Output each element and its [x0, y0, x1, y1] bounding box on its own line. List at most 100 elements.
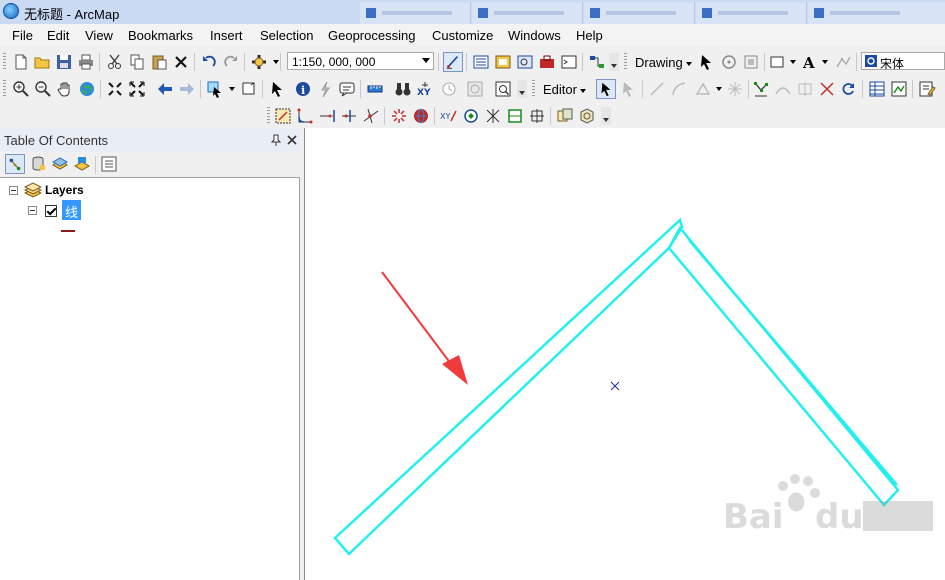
copy-features-tool-icon[interactable]: [274, 107, 292, 125]
toolbar-grip[interactable]: [267, 107, 270, 125]
text-tool-dropdown-arrow[interactable]: [822, 60, 828, 64]
zoom-out-icon[interactable]: [34, 80, 52, 98]
list-by-source-icon[interactable]: [29, 155, 47, 173]
create-features-icon[interactable]: [918, 80, 936, 98]
clear-selection-icon[interactable]: [240, 80, 258, 98]
go-to-xy-icon[interactable]: XY: [416, 80, 434, 98]
pan-hand-icon[interactable]: [56, 80, 74, 98]
modelbuilder-icon[interactable]: [588, 53, 606, 71]
map-topology-icon[interactable]: [578, 107, 596, 125]
line-feature-parallel-segment[interactable]: [688, 239, 898, 486]
menu-selection[interactable]: Selection: [260, 28, 313, 43]
map-scale-combobox[interactable]: 1:150, 000, 000: [287, 52, 434, 70]
rotate-feature-icon[interactable]: [840, 80, 858, 98]
cut-polygons-icon[interactable]: [796, 80, 814, 98]
menu-geoprocessing[interactable]: Geoprocessing: [328, 28, 415, 43]
layer-visibility-checkbox[interactable]: [45, 205, 57, 217]
line-intersection-icon[interactable]: [362, 107, 380, 125]
edit-vertices-tool-icon[interactable]: [752, 80, 770, 98]
toolbar-overflow-button[interactable]: [517, 80, 527, 98]
layer-collapse-toggle[interactable]: [28, 206, 37, 215]
paste-icon[interactable]: [150, 53, 168, 71]
select-elements-arrow-icon[interactable]: [268, 80, 286, 98]
list-by-drawing-order-icon[interactable]: [5, 154, 25, 174]
layer-name-selected[interactable]: 线: [62, 200, 82, 220]
font-combobox[interactable]: 宋体: [861, 52, 945, 71]
line-feature-right-segment[interactable]: [667, 225, 900, 507]
fixed-zoom-in-icon[interactable]: [106, 80, 124, 98]
editor-toolbar-toggle-icon[interactable]: [443, 52, 463, 72]
menu-help[interactable]: Help: [576, 28, 603, 43]
full-extent-globe-icon[interactable]: [78, 80, 96, 98]
hyperlink-lightning-icon[interactable]: [316, 80, 334, 98]
layers-collapse-toggle[interactable]: [9, 186, 18, 195]
time-slider-icon[interactable]: [440, 80, 458, 98]
swipe-layer-icon[interactable]: [466, 80, 484, 98]
select-features-icon[interactable]: [206, 80, 224, 98]
topology-edit-icon[interactable]: [556, 107, 574, 125]
toolbar-grip[interactable]: [3, 53, 6, 71]
extend-tool-icon[interactable]: [318, 107, 336, 125]
identify-icon[interactable]: i: [294, 80, 312, 98]
map-display[interactable]: Bai du: [304, 128, 945, 580]
data-frame-label[interactable]: Layers: [45, 183, 84, 197]
zoom-in-icon[interactable]: [12, 80, 30, 98]
rotate-icon[interactable]: [720, 53, 738, 71]
add-data-icon[interactable]: [250, 53, 268, 71]
toolbar-grip[interactable]: [532, 80, 535, 98]
save-icon[interactable]: [55, 53, 73, 71]
catalog-window-icon[interactable]: [494, 53, 512, 71]
reshape-feature-icon[interactable]: [774, 80, 792, 98]
select-elements-icon[interactable]: [698, 53, 716, 71]
toolbar-overflow-button[interactable]: [609, 53, 619, 71]
forward-extent-icon[interactable]: [178, 80, 196, 98]
cut-icon[interactable]: [106, 53, 124, 71]
edit-annotation-icon[interactable]: [620, 80, 638, 98]
back-extent-icon[interactable]: [156, 80, 174, 98]
trim-tool-icon[interactable]: [340, 107, 358, 125]
measure-ruler-icon[interactable]: [366, 80, 384, 98]
construct-xy-icon[interactable]: XY: [440, 107, 458, 125]
rectangle-tool-dropdown-arrow[interactable]: [790, 60, 796, 64]
list-by-selection-icon[interactable]: [73, 155, 91, 173]
find-binoculars-icon[interactable]: [394, 80, 412, 98]
select-features-dropdown-arrow[interactable]: [229, 87, 235, 91]
rectangle-tool-icon[interactable]: [768, 53, 786, 71]
copy-icon[interactable]: [128, 53, 146, 71]
new-document-icon[interactable]: [12, 53, 30, 71]
align-edge-icon[interactable]: [528, 107, 546, 125]
attributes-icon[interactable]: [868, 80, 886, 98]
arctoolbox-icon[interactable]: [538, 53, 556, 71]
menu-windows[interactable]: Windows: [508, 28, 561, 43]
smooth-tool-icon[interactable]: [484, 107, 502, 125]
delete-icon[interactable]: [172, 53, 190, 71]
menu-bookmarks[interactable]: Bookmarks: [128, 28, 193, 43]
zoom-to-elements-icon[interactable]: [742, 53, 760, 71]
undo-icon[interactable]: [200, 53, 218, 71]
straight-segment-icon[interactable]: [648, 80, 666, 98]
fillet-tool-icon[interactable]: [296, 107, 314, 125]
menu-customize[interactable]: Customize: [432, 28, 493, 43]
fixed-zoom-out-icon[interactable]: [128, 80, 146, 98]
construction-tools-dropdown-arrow[interactable]: [716, 87, 722, 91]
edit-vertex-star-icon[interactable]: [726, 80, 744, 98]
line-feature-left-segment[interactable]: [333, 217, 684, 556]
text-tool-icon[interactable]: A: [800, 53, 818, 71]
construction-tools-icon[interactable]: [694, 80, 712, 98]
toc-options-icon[interactable]: [100, 155, 118, 173]
split-tool-icon[interactable]: [818, 80, 836, 98]
explode-multipart-icon[interactable]: [390, 107, 408, 125]
add-data-dropdown-arrow[interactable]: [273, 60, 279, 64]
edit-vertices-icon[interactable]: [834, 53, 852, 71]
align-to-shape-icon[interactable]: [462, 107, 480, 125]
redo-icon[interactable]: [222, 53, 240, 71]
open-folder-icon[interactable]: [33, 53, 51, 71]
end-point-arc-icon[interactable]: [670, 80, 688, 98]
print-icon[interactable]: [77, 53, 95, 71]
drawing-menu-button[interactable]: Drawing: [635, 55, 692, 70]
close-icon[interactable]: [286, 134, 298, 146]
toolbar-grip[interactable]: [3, 80, 6, 98]
create-viewer-window-icon[interactable]: [494, 80, 512, 98]
list-by-visibility-icon[interactable]: [51, 155, 69, 173]
construct-geodetic-icon[interactable]: [412, 107, 430, 125]
